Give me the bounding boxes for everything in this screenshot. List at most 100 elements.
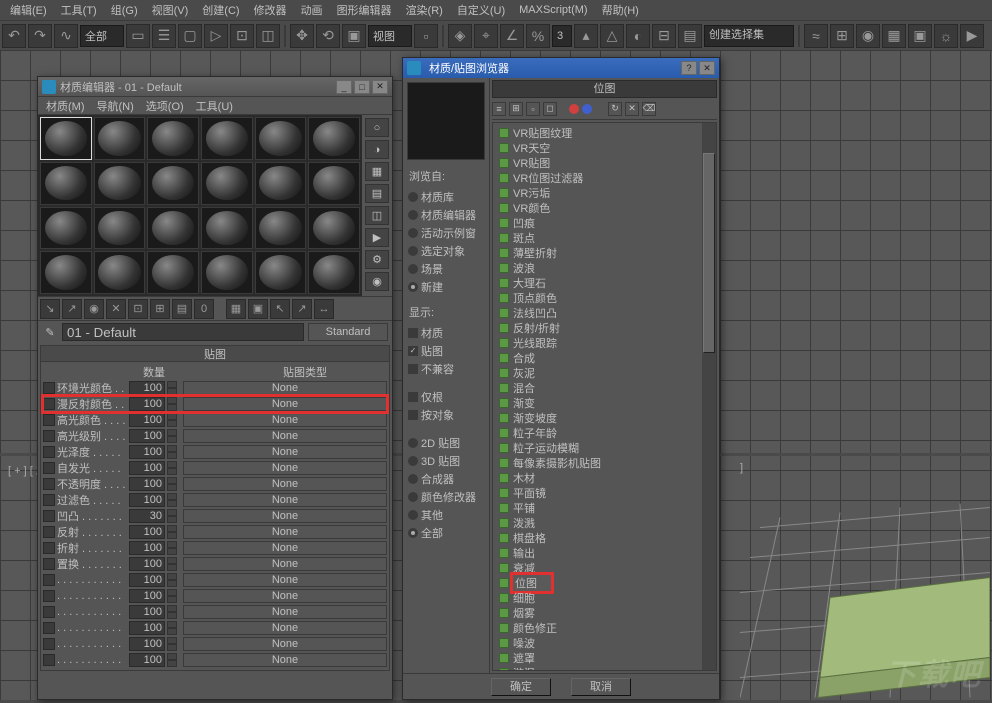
menu-modifiers[interactable]: 修改器 [248,0,293,20]
manipulate-icon[interactable]: ◈ [448,24,472,48]
list-item[interactable]: 遮罩 [495,650,700,665]
map-type-button[interactable]: None [183,509,387,523]
angle-snap-icon[interactable]: ∠ [500,24,524,48]
list-item[interactable]: 合成 [495,350,700,365]
menu-utilities[interactable]: 工具(U) [192,97,237,115]
menu-group[interactable]: 组(G) [105,0,144,20]
spinner[interactable] [167,621,177,635]
assign-icon[interactable]: ◉ [84,299,104,319]
map-type-option[interactable]: 合成器 [407,470,485,488]
list-item[interactable]: 颜色修正 [495,620,700,635]
sample-slot[interactable] [201,117,253,160]
redo-icon[interactable]: ↷ [28,24,52,48]
list-item[interactable]: 大理石 [495,275,700,290]
menu-animation[interactable]: 动画 [295,0,329,20]
menu-options[interactable]: 选项(O) [142,97,188,115]
menu-navigation[interactable]: 导航(N) [93,97,138,115]
map-amount-input[interactable]: 100 [129,493,165,507]
view-list-icons-icon[interactable]: ⊞ [509,102,523,116]
sample-slot[interactable] [94,251,146,294]
delete-icon[interactable]: ✕ [625,102,639,116]
spinner[interactable] [167,493,177,507]
video-check-icon[interactable]: ◫ [365,206,389,225]
list-item[interactable]: 棋盘格 [495,530,700,545]
browse-from-option[interactable]: 材质库 [407,188,485,206]
spinner[interactable] [167,557,177,571]
map-amount-input[interactable]: 100 [129,445,165,459]
list-item[interactable]: 顶点颜色 [495,290,700,305]
cancel-button[interactable]: 取消 [571,678,631,696]
map-type-button[interactable]: None [183,589,387,603]
show-map-icon[interactable]: ▦ [226,299,246,319]
map-amount-input[interactable]: 100 [129,653,165,667]
sample-slot[interactable] [94,117,146,160]
map-enable-checkbox[interactable] [43,638,55,650]
material-name-input[interactable] [62,323,304,341]
map-enable-checkbox[interactable] [43,494,55,506]
ref-coord-dropdown[interactable]: 视图 [368,25,412,47]
list-item[interactable]: 渐变坡度 [495,410,700,425]
go-parent-icon[interactable]: ↖ [270,299,290,319]
map-type-option[interactable]: 颜色修改器 [407,488,485,506]
list-item[interactable]: 输出 [495,545,700,560]
map-type-option[interactable]: 其他 [407,506,485,524]
show-option[interactable]: ✓贴图 [407,342,485,360]
sample-slot[interactable] [147,117,199,160]
spinner[interactable] [167,653,177,667]
list-item[interactable]: VR位图过滤器 [495,170,700,185]
spinner-snap-icon[interactable]: ▴ [574,24,598,48]
list-item[interactable]: 木材 [495,470,700,485]
list-item[interactable]: 混合 [495,380,700,395]
reset-icon[interactable]: ✕ [106,299,126,319]
map-enable-checkbox[interactable] [43,510,55,522]
sample-slot[interactable] [40,117,92,160]
list-item[interactable]: VR天空 [495,140,700,155]
scrollbar[interactable] [702,123,716,670]
show-option[interactable]: 不兼容 [407,360,485,378]
selection-set-input[interactable]: 创建选择集 [704,25,794,47]
sample-slot[interactable] [40,162,92,205]
map-amount-input[interactable]: 100 [129,589,165,603]
close-icon[interactable]: ✕ [699,61,715,75]
options-icon[interactable]: ⚙ [365,250,389,269]
sample-slot[interactable] [201,207,253,250]
sample-slot[interactable] [255,162,307,205]
rollout-title[interactable]: 贴图 [41,346,389,362]
sample-slot[interactable] [308,162,360,205]
menu-help[interactable]: 帮助(H) [596,0,645,20]
list-item[interactable]: 位图 [495,575,700,590]
map-enable-checkbox[interactable] [43,574,55,586]
list-item[interactable]: 漩涡 [495,665,700,671]
menu-tools[interactable]: 工具(T) [55,0,103,20]
list-item[interactable]: 薄壁折射 [495,245,700,260]
spinner[interactable] [167,589,177,603]
by-object-icon[interactable] [582,104,592,114]
map-amount-input[interactable]: 100 [129,605,165,619]
map-amount-input[interactable]: 100 [129,397,165,411]
show-option[interactable]: 仅根 [407,388,485,406]
spinner[interactable] [167,461,177,475]
spinner[interactable] [167,637,177,651]
help-icon[interactable]: ? [681,61,697,75]
browser-list[interactable]: VR贴图纹理VR天空VR贴图VR位图过滤器VR污垢VR颜色凹痕斑点薄壁折射波浪大… [492,122,717,671]
undo-icon[interactable]: ↶ [2,24,26,48]
map-amount-input[interactable]: 100 [129,461,165,475]
list-item[interactable]: VR贴图 [495,155,700,170]
maximize-icon[interactable]: □ [354,80,370,94]
menu-graph-editors[interactable]: 图形编辑器 [331,0,398,20]
sample-slot[interactable] [40,251,92,294]
map-amount-input[interactable]: 100 [129,525,165,539]
pivot-icon[interactable]: ▫ [414,24,438,48]
list-item[interactable]: 噪波 [495,635,700,650]
sample-uv-icon[interactable]: ▤ [365,184,389,203]
update-icon[interactable]: ↻ [608,102,622,116]
list-item[interactable]: VR颜色 [495,200,700,215]
preview-icon[interactable]: ▶ [365,228,389,247]
render-frame-icon[interactable]: ▣ [908,24,932,48]
map-type-option[interactable]: 2D 贴图 [407,434,485,452]
spinner[interactable] [167,445,177,459]
rotate-icon[interactable]: ⟲ [316,24,340,48]
menu-views[interactable]: 视图(V) [146,0,195,20]
show-option[interactable]: 按对象 [407,406,485,424]
spinner[interactable] [167,477,177,491]
